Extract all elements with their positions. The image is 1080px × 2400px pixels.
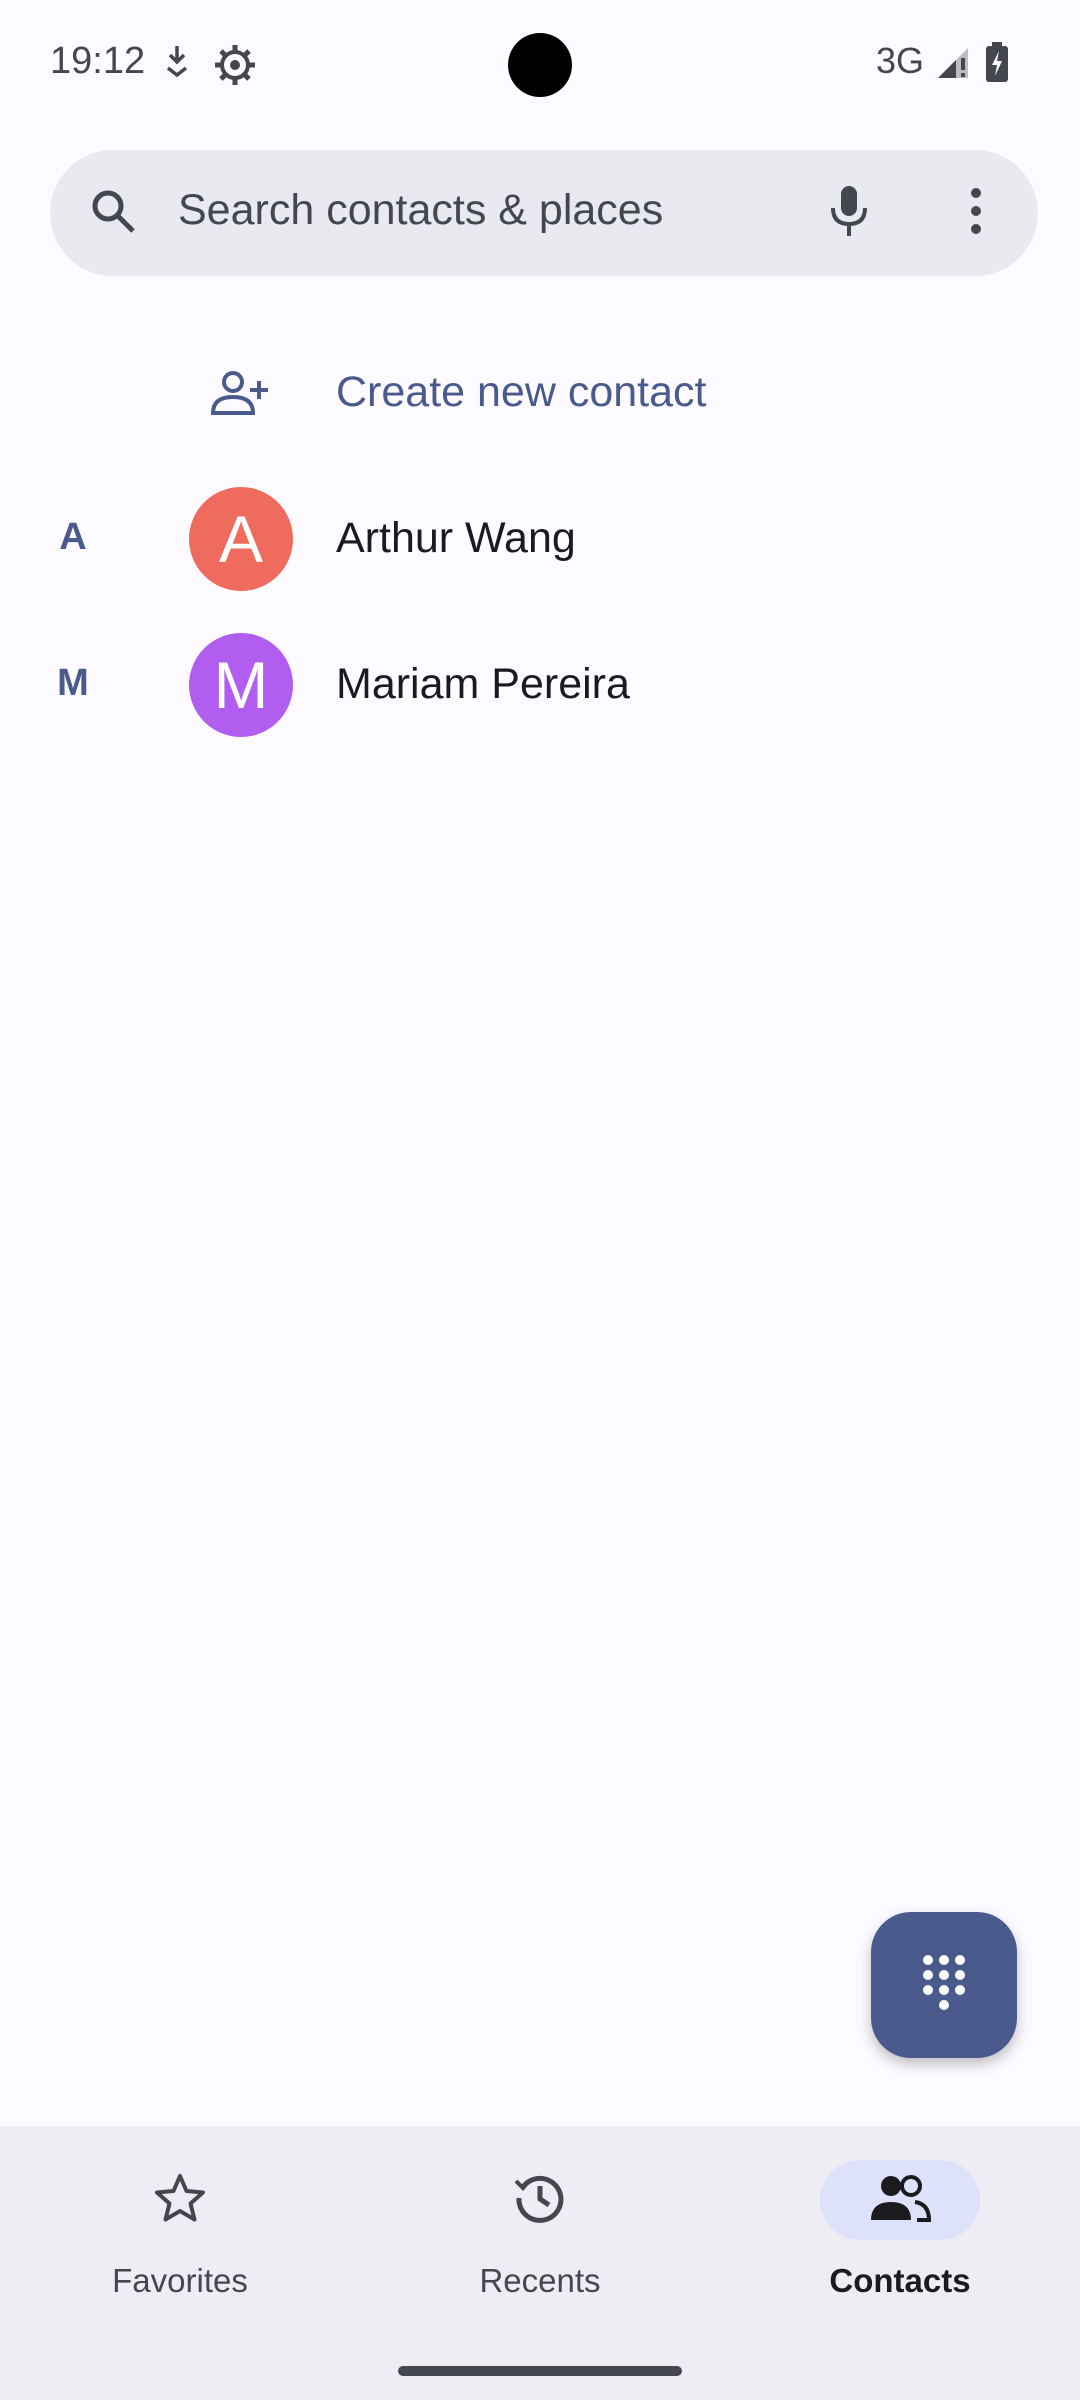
search-icon <box>89 187 137 240</box>
section-header-letter: M <box>57 661 89 704</box>
download-icon <box>164 44 190 83</box>
mic-icon <box>829 184 869 243</box>
nav-contacts[interactable]: Contacts <box>720 2126 1080 2336</box>
nav-favorites[interactable]: Favorites <box>0 2126 360 2336</box>
bottom-navigation: Favorites Recents Contacts <box>0 2126 1080 2336</box>
status-bar: 19:12 3G <box>0 0 1080 128</box>
dialpad-icon <box>920 1952 968 2019</box>
clock-history-icon <box>513 2171 567 2230</box>
voice-search-button[interactable] <box>786 150 912 276</box>
contact-row: A A Arthur Wang <box>0 464 1080 610</box>
nav-icon-container <box>100 2160 260 2240</box>
add-person-icon <box>189 341 293 445</box>
gesture-navigation-bar <box>0 2336 1080 2400</box>
contact-name: Mariam Pereira <box>336 660 630 708</box>
create-contact-row: Create new contact <box>0 318 1080 464</box>
signal-icon <box>936 46 970 85</box>
search-bar[interactable]: Search contacts & places <box>50 150 1038 276</box>
search-area: Search contacts & places <box>0 128 1080 296</box>
nav-icon-container <box>820 2160 980 2240</box>
contacts-icon <box>869 2174 932 2227</box>
battery-charging-icon <box>986 42 1008 87</box>
star-outline-icon <box>154 2173 206 2228</box>
search-button[interactable] <box>50 150 176 276</box>
more-options-button[interactable] <box>914 150 1038 276</box>
nav-label: Contacts <box>829 2262 971 2299</box>
contact-row: M M Mariam Pereira <box>0 610 1080 756</box>
contact-name: Arthur Wang <box>336 514 576 562</box>
create-contact-label: Create new contact <box>336 368 707 416</box>
create-contact-button[interactable]: Create new contact <box>146 318 1038 464</box>
dialpad-fab[interactable] <box>871 1912 1017 2058</box>
avatar: M <box>189 633 293 737</box>
search-input[interactable]: Search contacts & places <box>178 186 663 235</box>
contact-item[interactable]: M Mariam Pereira <box>146 610 1038 756</box>
contact-item[interactable]: A Arthur Wang <box>146 464 1038 610</box>
nav-label: Favorites <box>112 2262 248 2299</box>
status-time: 19:12 <box>50 40 146 82</box>
nav-recents[interactable]: Recents <box>360 2126 720 2336</box>
settings-gear-icon <box>214 44 256 91</box>
avatar: A <box>189 487 293 591</box>
section-header-letter: A <box>59 515 87 558</box>
nav-icon-container <box>460 2160 620 2240</box>
more-vert-icon <box>970 187 982 240</box>
camera-cutout <box>508 33 572 97</box>
network-type: 3G <box>876 40 925 81</box>
home-gesture-handle[interactable] <box>398 2366 682 2376</box>
nav-label: Recents <box>479 2262 601 2299</box>
